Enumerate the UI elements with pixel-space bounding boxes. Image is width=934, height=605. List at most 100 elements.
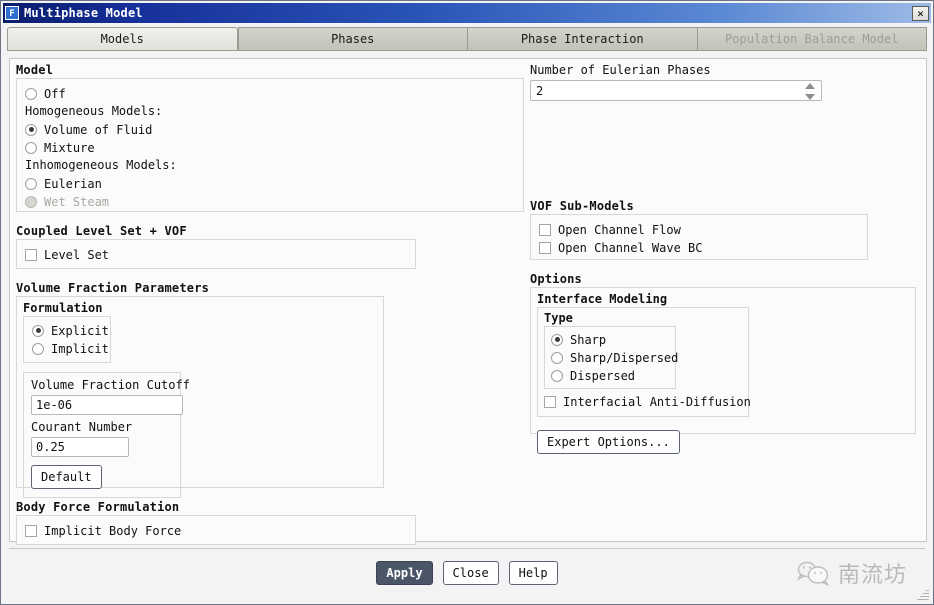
radio-row-volume-of-fluid[interactable]: Volume of Fluid [25, 121, 515, 138]
right-column: Number of Eulerian Phases VOF Sub-Models [524, 63, 920, 557]
watermark: 南流坊 [796, 557, 907, 589]
radio-row-implicit[interactable]: Implicit [32, 340, 102, 357]
tab-phase-interaction[interactable]: Phase Interaction [467, 27, 697, 50]
radio-row-mixture[interactable]: Mixture [25, 139, 515, 156]
checkbox-label-open-channel-flow: Open Channel Flow [558, 223, 681, 237]
radio-label-wet-steam: Wet Steam [44, 195, 109, 209]
radio-eulerian[interactable] [25, 178, 37, 190]
checkbox-open-channel-flow[interactable] [539, 224, 551, 236]
radio-label-mixture: Mixture [44, 141, 95, 155]
radio-implicit[interactable] [32, 343, 44, 355]
vof-sub-models-title: VOF Sub-Models [530, 199, 920, 214]
left-column: Model Off Homogeneous Models: Volume of … [16, 63, 524, 557]
chevron-down-icon[interactable] [805, 94, 815, 100]
checkbox-label-interfacial-anti-diffusion: Interfacial Anti-Diffusion [563, 395, 751, 409]
coupled-level-set-title: Coupled Level Set + VOF [16, 224, 524, 239]
checkbox-row-level-set[interactable]: Level Set [25, 246, 407, 263]
interface-modeling-body: Type Sharp Sharp/Dispersed [537, 307, 749, 417]
watermark-text: 南流坊 [838, 557, 907, 589]
volume-fraction-cutoff-input[interactable] [31, 395, 183, 415]
resize-grip[interactable] [916, 587, 930, 601]
volume-fraction-parameters-group: Volume Fraction Parameters Formulation E… [16, 281, 524, 488]
courant-number-input[interactable] [31, 437, 129, 457]
body-force-formulation-body: Implicit Body Force [16, 515, 416, 545]
volume-fraction-fields-body: Volume Fraction Cutoff Courant Number De… [23, 372, 181, 498]
formulation-title: Formulation [23, 301, 377, 316]
chevron-up-icon[interactable] [805, 83, 815, 89]
interface-modeling-title: Interface Modeling [537, 292, 909, 307]
right-column-spacer [530, 113, 920, 199]
footer-buttons: Apply Close Help [9, 561, 925, 585]
multiphase-model-dialog: F Multiphase Model ✕ Models Phases Phase… [0, 0, 934, 605]
checkbox-row-implicit-body-force[interactable]: Implicit Body Force [25, 522, 407, 539]
tab-phases[interactable]: Phases [238, 27, 468, 50]
vof-sub-models-group: VOF Sub-Models Open Channel Flow Open Ch… [530, 199, 920, 260]
radio-row-wet-steam: Wet Steam [25, 193, 515, 210]
checkbox-row-interfacial-anti-diffusion[interactable]: Interfacial Anti-Diffusion [544, 393, 742, 410]
window-title: Multiphase Model [24, 6, 912, 20]
radio-dispersed[interactable] [551, 370, 563, 382]
close-icon[interactable]: ✕ [912, 6, 929, 21]
options-group: Options Interface Modeling Type [530, 272, 920, 434]
label-inhomogeneous-models: Inhomogeneous Models: [25, 157, 515, 174]
fluent-app-icon: F [5, 6, 19, 20]
radio-row-dispersed[interactable]: Dispersed [551, 367, 669, 384]
radio-mixture[interactable] [25, 142, 37, 154]
tab-models[interactable]: Models [7, 27, 238, 50]
number-of-eulerian-phases-input[interactable] [531, 81, 803, 100]
checkbox-interfacial-anti-diffusion[interactable] [544, 396, 556, 408]
radio-row-eulerian[interactable]: Eulerian [25, 175, 515, 192]
number-of-eulerian-phases-label: Number of Eulerian Phases [530, 63, 920, 77]
options-body: Interface Modeling Type Sharp [530, 287, 916, 434]
radio-wet-steam [25, 196, 37, 208]
expert-options-button[interactable]: Expert Options... [537, 430, 680, 454]
radio-volume-of-fluid[interactable] [25, 124, 37, 136]
formulation-group: Formulation Explicit Implicit [23, 301, 377, 363]
close-button[interactable]: Close [443, 561, 499, 585]
radio-row-sharp[interactable]: Sharp [551, 331, 669, 348]
radio-label-eulerian: Eulerian [44, 177, 102, 191]
courant-number-label: Courant Number [31, 420, 173, 434]
interface-type-title: Type [544, 311, 742, 326]
radio-row-explicit[interactable]: Explicit [32, 322, 102, 339]
wechat-logo-icon [796, 560, 830, 586]
radio-label-sharp: Sharp [570, 333, 606, 347]
checkbox-label-implicit-body-force: Implicit Body Force [44, 524, 181, 538]
options-title: Options [530, 272, 920, 287]
checkbox-label-level-set: Level Set [44, 248, 109, 262]
radio-label-implicit: Implicit [51, 342, 109, 356]
radio-row-off[interactable]: Off [25, 85, 515, 102]
formulation-body: Explicit Implicit [23, 316, 111, 363]
default-button[interactable]: Default [31, 465, 102, 489]
checkbox-row-open-channel-wave-bc[interactable]: Open Channel Wave BC [539, 239, 859, 256]
volume-fraction-cutoff-label: Volume Fraction Cutoff [31, 378, 173, 392]
checkbox-label-open-channel-wave-bc: Open Channel Wave BC [558, 241, 703, 255]
footer: Apply Close Help 南流坊 [9, 548, 925, 596]
radio-label-dispersed: Dispersed [570, 369, 635, 383]
checkbox-row-open-channel-flow[interactable]: Open Channel Flow [539, 221, 859, 238]
vof-sub-models-body: Open Channel Flow Open Channel Wave BC [530, 214, 868, 260]
radio-explicit[interactable] [32, 325, 44, 337]
spinner-arrows[interactable] [805, 83, 816, 100]
number-of-eulerian-phases-group: Number of Eulerian Phases [530, 63, 920, 101]
checkbox-level-set[interactable] [25, 249, 37, 261]
radio-label-sharp-dispersed: Sharp/Dispersed [570, 351, 678, 365]
radio-sharp[interactable] [551, 334, 563, 346]
checkbox-implicit-body-force[interactable] [25, 525, 37, 537]
model-group: Model Off Homogeneous Models: Volume of … [16, 63, 524, 212]
body-force-formulation-title: Body Force Formulation [16, 500, 524, 515]
checkbox-open-channel-wave-bc[interactable] [539, 242, 551, 254]
radio-sharp-dispersed[interactable] [551, 352, 563, 364]
volume-fraction-parameters-body: Formulation Explicit Implicit [16, 296, 384, 488]
number-of-eulerian-phases-spinner[interactable] [530, 80, 822, 101]
volume-fraction-parameters-title: Volume Fraction Parameters [16, 281, 524, 296]
help-button[interactable]: Help [509, 561, 558, 585]
interface-type-body: Sharp Sharp/Dispersed Disp [544, 326, 676, 389]
radio-off[interactable] [25, 88, 37, 100]
model-group-title: Model [16, 63, 524, 78]
content-columns: Model Off Homogeneous Models: Volume of … [10, 59, 926, 557]
radio-row-sharp-dispersed[interactable]: Sharp/Dispersed [551, 349, 669, 366]
radio-label-off: Off [44, 87, 66, 101]
apply-button[interactable]: Apply [376, 561, 432, 585]
label-homogeneous-models: Homogeneous Models: [25, 103, 515, 120]
